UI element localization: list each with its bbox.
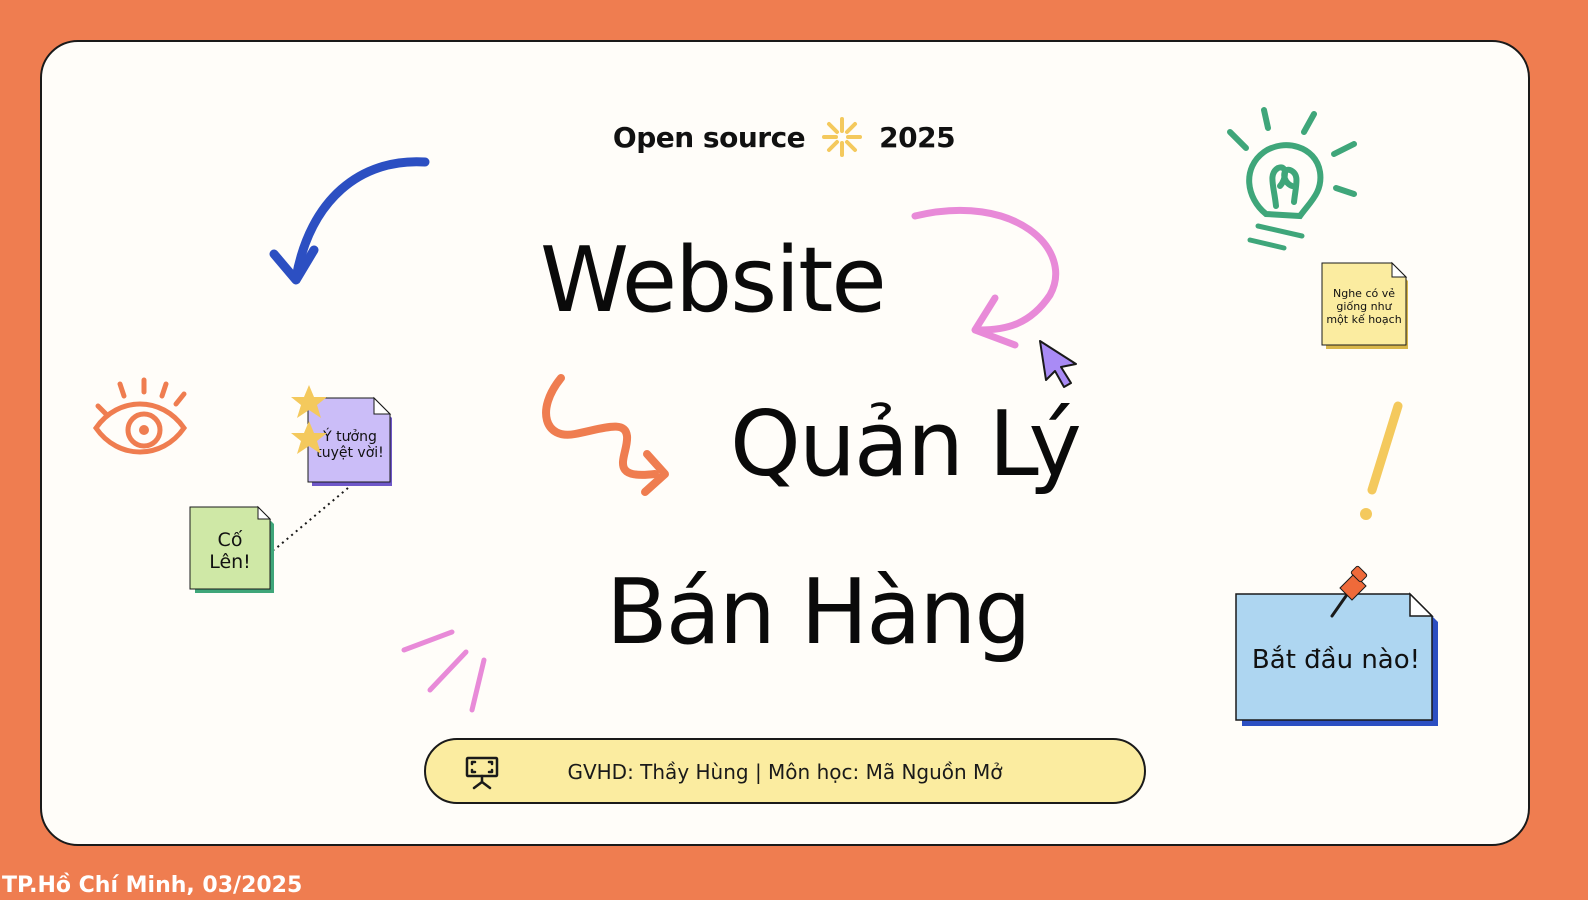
title-line-1: Website <box>540 228 887 333</box>
pushpin-icon <box>1330 565 1368 618</box>
orange-squiggle-arrow-icon <box>542 374 669 496</box>
title-line-2: Quản Lý <box>730 392 1082 497</box>
exclamation-icon <box>1360 401 1403 520</box>
star-icon <box>291 385 327 418</box>
star-icon <box>291 421 327 454</box>
header-year: 2025 <box>879 120 956 154</box>
start-note-text: Bắt đầu nào! <box>1251 645 1421 675</box>
title-line-3: Bán Hàng <box>606 560 1032 665</box>
dotted-connector <box>273 487 349 551</box>
footer-location-date: TP.Hồ Chí Minh, 03/2025 <box>2 873 303 898</box>
info-pill: GVHD: Thầy Hùng | Môn học: Mã Nguồn Mở <box>424 738 1146 804</box>
info-text: GVHD: Thầy Hùng | Môn học: Mã Nguồn Mở <box>567 760 1003 784</box>
sparkle-icon <box>822 117 863 157</box>
cursor-icon <box>1039 340 1077 388</box>
lightbulb-icon <box>1227 107 1357 251</box>
pink-motion-lines <box>401 629 487 713</box>
pink-curved-arrow-icon <box>911 207 1059 349</box>
plan-note-text: Nghe có vẻ giống như một kế hoạch <box>1326 286 1402 326</box>
eye-icon <box>92 377 188 455</box>
header-left-text: Open source <box>612 120 806 154</box>
cheer-note-text: Cố Lên! <box>209 529 251 573</box>
blue-curved-arrow-icon <box>269 157 430 285</box>
